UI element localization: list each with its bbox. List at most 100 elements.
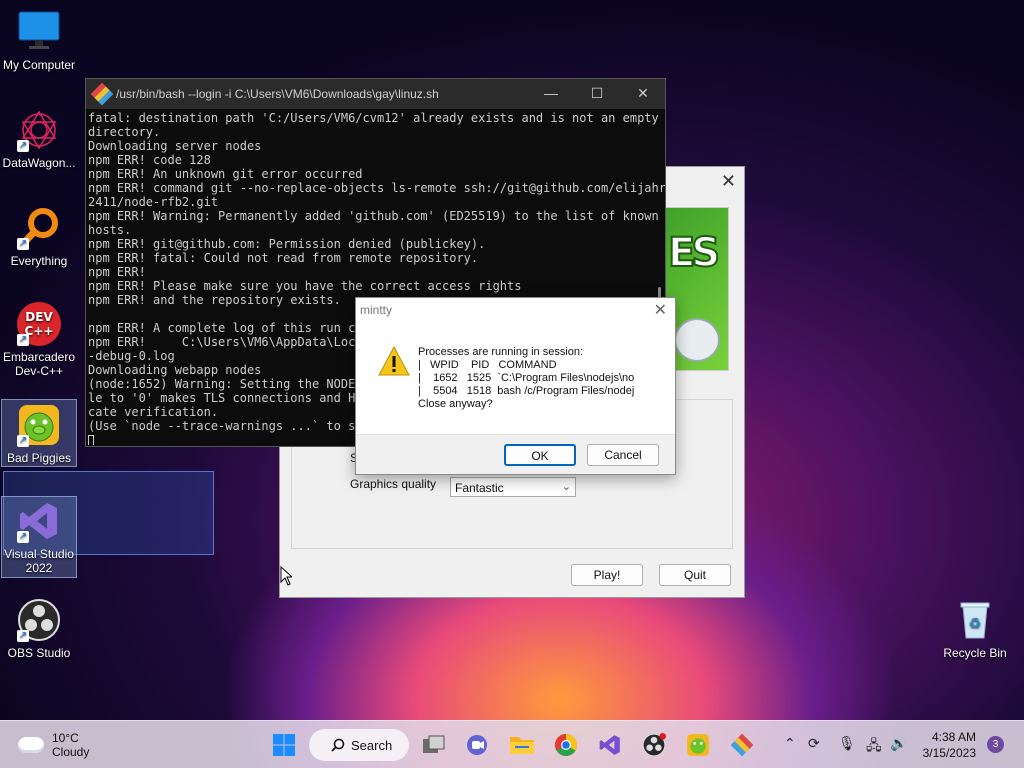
terminal-line: npm ERR! command git --no-replace-object… xyxy=(88,181,665,195)
desktop-icon-label: Everything xyxy=(10,254,68,268)
shortcut-arrow-icon: ↗ xyxy=(17,238,29,250)
chat-icon xyxy=(467,735,487,755)
clock-date: 3/15/2023 xyxy=(922,746,976,760)
desktop-icon-bad-piggies[interactable]: ↗ Bad Piggies xyxy=(1,399,77,467)
warning-icon xyxy=(378,346,410,376)
mintty-dialog[interactable]: mintty ✕ Processes are running in sessio… xyxy=(355,297,676,475)
terminal-line: fatal: destination path 'C:/Users/VM6/cv… xyxy=(88,111,659,125)
banner-text: ES xyxy=(667,229,721,277)
shortcut-arrow-icon: ↗ xyxy=(17,630,29,642)
desktop-icon-label: Visual Studio 2022 xyxy=(4,547,74,575)
terminal-line: npm ERR! code 128 xyxy=(88,153,211,167)
desktop-icon-recycle-bin[interactable]: ♻ Recycle Bin xyxy=(936,598,1014,660)
shortcut-arrow-icon: ↗ xyxy=(17,435,29,447)
magnifier-icon: ↗ xyxy=(17,206,61,250)
close-icon[interactable]: ✕ xyxy=(721,171,736,192)
desktop-icon-label: Recycle Bin xyxy=(943,646,1007,660)
dialog-title: mintty xyxy=(360,303,393,317)
chrome-button[interactable] xyxy=(550,730,582,760)
obs-icon xyxy=(642,733,666,757)
quit-button[interactable]: Quit xyxy=(659,564,731,586)
desktop-icon-datawagon[interactable]: ↗ DataWagon... xyxy=(0,108,78,170)
terminal-line: npm ERR! xyxy=(88,265,146,279)
shortcut-arrow-icon: ↗ xyxy=(17,531,29,543)
taskbar: 10°C Cloudy Search ⌃ ⟳ 🎙 🖧 🔊 4:38 AM 3/1… xyxy=(0,720,1024,768)
terminal-line: npm ERR! Warning: Permanently added 'git… xyxy=(88,209,659,223)
chrome-icon xyxy=(555,734,577,756)
monitor-icon xyxy=(17,10,61,54)
datawagon-icon: ↗ xyxy=(17,108,61,152)
notification-badge[interactable]: 3 xyxy=(987,736,1004,753)
terminal-line: Downloading server nodes xyxy=(88,139,262,153)
bad-piggies-taskbar-button[interactable] xyxy=(682,730,714,760)
close-icon[interactable]: ✕ xyxy=(654,300,667,320)
git-bash-icon xyxy=(730,733,754,757)
graphics-quality-select[interactable]: Fantastic ⌄ xyxy=(450,477,576,497)
shortcut-arrow-icon: ↗ xyxy=(17,334,29,346)
terminal-line: hosts. xyxy=(88,223,132,237)
close-icon[interactable]: ✕ xyxy=(620,85,666,102)
devcpp-icon: DEV C++ ↗ xyxy=(17,302,61,346)
terminal-line: npm ERR! Please make sure you have the c… xyxy=(88,279,522,293)
terminal-titlebar[interactable]: /usr/bin/bash --login -i C:\Users\VM6\Do… xyxy=(86,79,665,109)
teams-chat-button[interactable] xyxy=(461,730,493,760)
minimize-icon[interactable]: — xyxy=(528,85,574,101)
microphone-icon[interactable]: 🎙 xyxy=(838,735,856,752)
volume-icon[interactable]: 🔊 xyxy=(890,735,907,752)
chevron-up-icon[interactable]: ⌃ xyxy=(784,735,796,752)
network-icon[interactable]: 🖧 xyxy=(866,735,882,759)
desktop-icon-obs[interactable]: ↗ OBS Studio xyxy=(0,598,78,660)
git-bash-taskbar-button[interactable] xyxy=(726,730,758,760)
graphics-quality-label: Graphics quality xyxy=(350,477,437,491)
start-button[interactable] xyxy=(268,730,300,760)
obs-taskbar-button[interactable] xyxy=(638,730,670,760)
weather-description: Cloudy xyxy=(52,745,90,759)
terminal-line: npm ERR! git@github.com: Permission deni… xyxy=(88,237,486,251)
sync-icon[interactable]: ⟳ xyxy=(808,735,820,752)
visual-studio-icon xyxy=(599,735,620,755)
desktop-icon-label: My Computer xyxy=(2,58,76,72)
egg-graphic xyxy=(674,318,720,362)
desktop-icon-visual-studio[interactable]: ↗ Visual Studio 2022 xyxy=(1,496,77,578)
obs-icon: ↗ xyxy=(17,598,61,642)
desktop-icon-devcpp[interactable]: DEV C++ ↗ Embarcadero Dev-C++ xyxy=(0,302,78,378)
desktop-icon-everything[interactable]: ↗ Everything xyxy=(0,206,78,268)
shortcut-arrow-icon: ↗ xyxy=(17,140,29,152)
terminal-line: npm ERR! An unknown git error occurred xyxy=(88,167,363,181)
task-view-icon xyxy=(423,735,445,753)
weather-temperature: 10°C xyxy=(52,731,79,745)
recycle-bin-icon: ♻ xyxy=(953,598,997,642)
system-clock[interactable]: 4:38 AM 3/15/2023 xyxy=(918,729,976,761)
folder-icon xyxy=(510,737,534,754)
search-label: Search xyxy=(351,737,393,753)
terminal-line: npm ERR! fatal: Could not read from remo… xyxy=(88,251,479,265)
terminal-line: 2411/node-rfb2.git xyxy=(88,195,219,209)
weather-widget[interactable]: 10°C Cloudy xyxy=(18,731,89,759)
bad-piggies-icon: ↗ xyxy=(17,403,61,447)
git-bash-icon xyxy=(90,82,114,106)
terminal-line: directory. xyxy=(88,125,161,139)
desktop-icon-label: Embarcadero Dev-C++ xyxy=(2,350,76,378)
bad-piggies-icon xyxy=(687,734,709,756)
task-view-button[interactable] xyxy=(418,730,450,760)
visual-studio-taskbar-button[interactable] xyxy=(594,730,626,760)
file-explorer-button[interactable] xyxy=(506,730,538,760)
windows-logo-icon xyxy=(273,734,295,756)
mouse-pointer-icon xyxy=(280,566,292,586)
ok-button[interactable]: OK xyxy=(504,444,576,466)
play-button[interactable]: Play! xyxy=(571,564,643,586)
graphics-quality-value: Fantastic xyxy=(455,481,504,495)
desktop-icon-label: Bad Piggies xyxy=(6,451,72,465)
taskbar-search[interactable]: Search xyxy=(309,729,409,761)
cancel-button[interactable]: Cancel xyxy=(587,444,659,466)
maximize-icon[interactable]: ☐ xyxy=(574,85,620,102)
search-icon xyxy=(331,738,345,752)
desktop-icon-label: OBS Studio xyxy=(7,646,71,660)
terminal-title: /usr/bin/bash --login -i C:\Users\VM6\Do… xyxy=(116,87,439,101)
clock-time: 4:38 AM xyxy=(931,730,976,744)
chevron-down-icon: ⌄ xyxy=(561,481,571,493)
desktop-icon-label: DataWagon... xyxy=(2,156,76,170)
desktop-icon-my-computer[interactable]: My Computer xyxy=(0,10,78,72)
visual-studio-icon: ↗ xyxy=(17,499,61,543)
cloud-icon xyxy=(18,737,44,753)
